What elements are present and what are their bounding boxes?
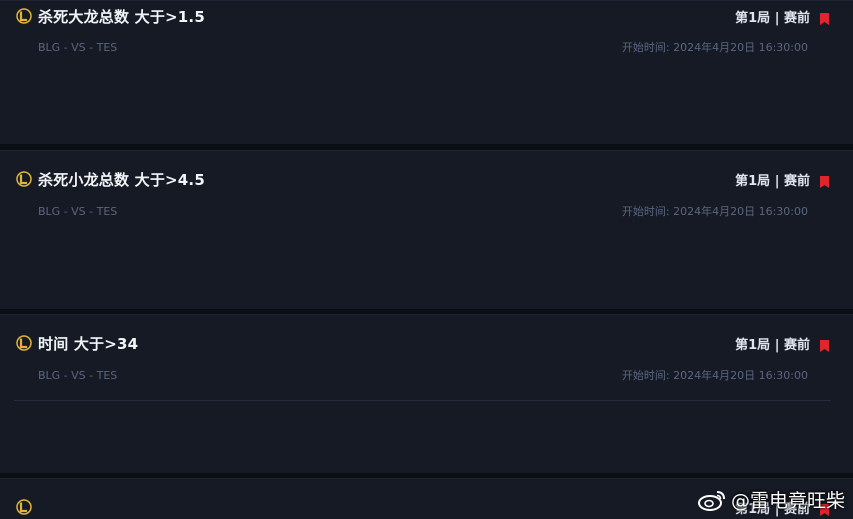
market-title-group: 杀死小龙总数 大于>4.5 [16,169,205,190]
lol-icon [16,8,32,24]
match-status: 第1局 | 赛前 [735,173,810,189]
market-status-group: 第1局 | 赛前 [735,334,829,353]
match-status: 第1局 | 赛前 [735,10,810,26]
lol-icon [16,499,32,515]
flag-icon[interactable] [820,173,829,188]
market-title-group: 时间 大于>34 [16,333,138,354]
start-time: 开始时间: 2024年4月20日 16:30:00 [621,205,808,218]
start-time: 开始时间: 2024年4月20日 16:30:00 [621,369,808,382]
market-title: 时间 大于>34 [38,334,139,353]
app-root: 杀死大龙总数 大于>1.5 第1局 | 赛前 BLG - VS - TES 开始… [0,0,853,519]
market-card[interactable]: 杀死小龙总数 大于>4.5 第1局 | 赛前 BLG - VS - TES 开始… [0,150,853,309]
market-title-group [16,499,38,515]
watermark: @雷电竟旺柴 [697,486,845,513]
watermark-text: @雷电竟旺柴 [730,490,845,512]
market-header: 杀死小龙总数 大于>4.5 第1局 | 赛前 [16,168,829,190]
match-teams: BLG - VS - TES [38,368,118,382]
match-teams: BLG - VS - TES [38,204,118,218]
flag-icon[interactable] [820,337,829,352]
market-header: 杀死大龙总数 大于>1.5 第1局 | 赛前 [16,5,829,27]
market-title: 杀死大龙总数 大于>1.5 [38,7,205,26]
match-status: 第1局 | 赛前 [735,337,810,353]
market-meta: BLG - VS - TES 开始时间: 2024年4月20日 16:30:00 [38,40,808,55]
market-card[interactable]: 杀死大龙总数 大于>1.5 第1局 | 赛前 BLG - VS - TES 开始… [0,0,853,144]
market-card[interactable]: 时间 大于>34 第1局 | 赛前 BLG - VS - TES 开始时间: 2… [0,314,853,473]
market-meta: BLG - VS - TES 开始时间: 2024年4月20日 16:30:00 [38,204,808,219]
market-title: 杀死小龙总数 大于>4.5 [38,170,205,189]
market-header: 时间 大于>34 第1局 | 赛前 [16,332,829,354]
weibo-icon [697,489,727,511]
lol-icon [16,335,32,351]
divider [14,400,831,401]
lol-icon [16,171,32,187]
market-meta: BLG - VS - TES 开始时间: 2024年4月20日 16:30:00 [38,368,808,383]
flag-icon[interactable] [820,10,829,25]
start-time: 开始时间: 2024年4月20日 16:30:00 [621,41,808,54]
match-teams: BLG - VS - TES [38,40,118,54]
market-title-group: 杀死大龙总数 大于>1.5 [16,6,205,27]
market-status-group: 第1局 | 赛前 [735,7,829,26]
market-status-group: 第1局 | 赛前 [735,170,829,189]
